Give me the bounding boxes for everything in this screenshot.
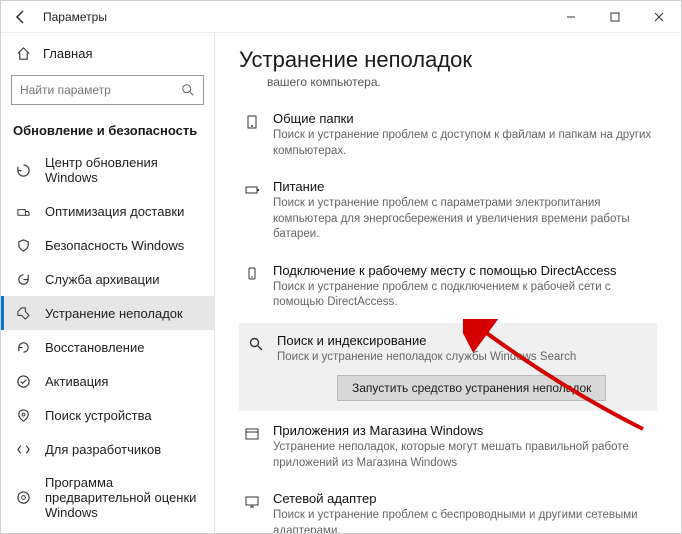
troubleshooter-store-apps[interactable]: Приложения из Магазина Windows Устранени… <box>239 415 657 479</box>
sidebar-item-windows-security[interactable]: Безопасность Windows <box>1 228 214 262</box>
recovery-icon <box>15 339 31 355</box>
troubleshooter-search-indexing[interactable]: Поиск и индексирование Поиск и устранени… <box>239 323 657 412</box>
search-placeholder: Найти параметр <box>20 83 181 97</box>
main-content: Устранение неполадок вашего компьютера. … <box>215 33 681 533</box>
sidebar-section-header: Обновление и безопасность <box>1 113 214 146</box>
search-input[interactable]: Найти параметр <box>11 75 204 105</box>
delivery-icon <box>15 203 31 219</box>
sidebar-item-label: Поиск устройства <box>45 408 152 423</box>
sidebar-item-windows-update[interactable]: Центр обновления Windows <box>1 146 214 194</box>
troubleshoot-icon <box>15 305 31 321</box>
sidebar-item-delivery-optimization[interactable]: Оптимизация доставки <box>1 194 214 228</box>
home-icon <box>15 45 31 61</box>
troubleshooter-title: Сетевой адаптер <box>273 491 653 506</box>
close-button[interactable] <box>637 1 681 33</box>
minimize-button[interactable] <box>549 1 593 33</box>
sidebar-item-label: Восстановление <box>45 340 144 355</box>
run-troubleshooter-button[interactable]: Запустить средство устранения неполадок <box>337 375 606 401</box>
troubleshooter-desc: Поиск и устранение проблем с доступом к … <box>273 128 653 159</box>
troubleshooter-directaccess[interactable]: Подключение к рабочему месту с помощью D… <box>239 255 657 319</box>
sidebar-item-label: Безопасность Windows <box>45 238 184 253</box>
device-icon <box>243 265 261 283</box>
sidebar-item-recovery[interactable]: Восстановление <box>1 330 214 364</box>
troubleshooter-title: Общие папки <box>273 111 653 126</box>
troubleshooter-desc: Устранение неполадок, которые могут меша… <box>273 440 653 471</box>
sidebar-item-insider[interactable]: Программа предварительной оценки Windows <box>1 466 214 529</box>
troubleshooter-title: Подключение к рабочему месту с помощью D… <box>273 263 653 278</box>
troubleshooter-title: Приложения из Магазина Windows <box>273 423 653 438</box>
troubleshooter-shared-folders[interactable]: Общие папки Поиск и устранение проблем с… <box>239 103 657 167</box>
troubleshooter-title: Питание <box>273 179 653 194</box>
sidebar: Главная Найти параметр Обновление и безо… <box>1 33 215 533</box>
store-icon <box>243 425 261 443</box>
back-button[interactable] <box>9 5 33 29</box>
sync-icon <box>15 162 31 178</box>
window-controls <box>549 1 681 33</box>
page-title: Устранение неполадок <box>239 47 657 73</box>
home-nav[interactable]: Главная <box>1 39 214 67</box>
titlebar: Параметры <box>1 1 681 33</box>
location-icon <box>15 407 31 423</box>
sidebar-item-label: Устранение неполадок <box>45 306 183 321</box>
sidebar-item-label: Служба архивации <box>45 272 160 287</box>
power-icon <box>243 181 261 199</box>
sidebar-item-find-my-device[interactable]: Поиск устройства <box>1 398 214 432</box>
backup-icon <box>15 271 31 287</box>
sidebar-item-backup[interactable]: Служба архивации <box>1 262 214 296</box>
network-icon <box>243 493 261 511</box>
sidebar-item-label: Активация <box>45 374 108 389</box>
search-icon <box>247 335 265 353</box>
sidebar-item-troubleshoot[interactable]: Устранение неполадок <box>1 296 214 330</box>
folder-icon <box>243 113 261 131</box>
troubleshooter-desc: Поиск и устранение проблем с беспроводны… <box>273 508 653 533</box>
troubleshooter-desc: Поиск и устранение проблем с параметрами… <box>273 196 653 243</box>
sidebar-item-label: Оптимизация доставки <box>45 204 184 219</box>
shield-icon <box>15 237 31 253</box>
activation-icon <box>15 373 31 389</box>
sidebar-item-label: Центр обновления Windows <box>45 155 200 185</box>
sidebar-item-label: Программа предварительной оценки Windows <box>45 475 200 520</box>
troubleshooter-network-adapter[interactable]: Сетевой адаптер Поиск и устранение пробл… <box>239 483 657 533</box>
troubleshooter-desc: Поиск и устранение неполадок службы Wind… <box>277 350 649 366</box>
search-icon <box>181 83 195 97</box>
sidebar-item-activation[interactable]: Активация <box>1 364 214 398</box>
developer-icon <box>15 441 31 457</box>
insider-icon <box>15 490 31 506</box>
window-title: Параметры <box>43 10 107 24</box>
troubleshooter-desc: Поиск и устранение проблем с подключение… <box>273 280 653 311</box>
sidebar-item-developers[interactable]: Для разработчиков <box>1 432 214 466</box>
maximize-button[interactable] <box>593 1 637 33</box>
page-subtext: вашего компьютера. <box>267 75 657 89</box>
troubleshooter-power[interactable]: Питание Поиск и устранение проблем с пар… <box>239 171 657 251</box>
troubleshooter-title: Поиск и индексирование <box>277 333 649 348</box>
sidebar-item-label: Для разработчиков <box>45 442 161 457</box>
home-label: Главная <box>43 46 92 61</box>
